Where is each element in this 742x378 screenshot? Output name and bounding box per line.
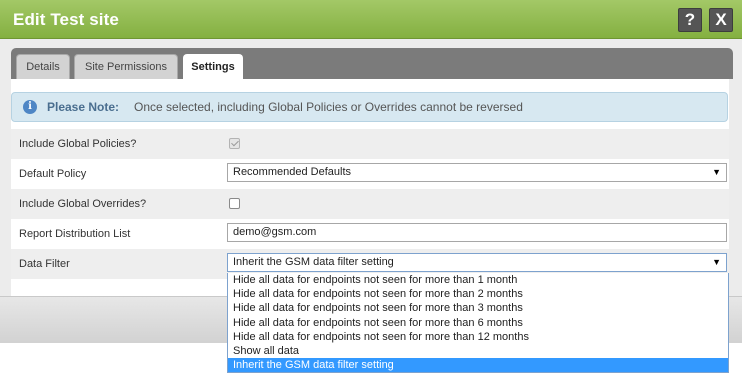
include-global-policies-checkbox <box>229 138 240 149</box>
dropdown-option[interactable]: Show all data <box>228 344 728 358</box>
close-button[interactable]: X <box>709 8 733 32</box>
default-policy-select[interactable]: Recommended Defaults ▼ <box>227 163 727 182</box>
tab-details[interactable]: Details <box>16 54 70 79</box>
report-distribution-list-input[interactable]: demo@gsm.com <box>227 223 727 242</box>
row-include-global-overrides: Include Global Overrides? <box>11 189 729 219</box>
dropdown-option[interactable]: Hide all data for endpoints not seen for… <box>228 273 728 287</box>
default-policy-label: Default Policy <box>19 168 87 180</box>
note-label: Please Note: <box>47 100 120 114</box>
data-filter-value: Inherit the GSM data filter setting <box>233 256 394 268</box>
data-filter-label: Data Filter <box>19 258 70 270</box>
chevron-down-icon: ▼ <box>712 257 721 267</box>
info-icon: i <box>23 100 37 114</box>
note-text: Once selected, including Global Policies… <box>134 100 523 114</box>
dropdown-option[interactable]: Hide all data for endpoints not seen for… <box>228 301 728 315</box>
dialog-titlebar: Edit Test site ? X <box>0 0 742 39</box>
include-global-overrides-checkbox[interactable] <box>229 198 240 209</box>
include-global-overrides-label: Include Global Overrides? <box>19 198 147 210</box>
tab-strip: Details Site Permissions Settings <box>11 48 733 79</box>
data-filter-dropdown-list: Hide all data for endpoints not seen for… <box>227 273 729 373</box>
chevron-down-icon: ▼ <box>712 167 721 177</box>
tab-settings[interactable]: Settings <box>183 54 243 79</box>
dialog-title: Edit Test site <box>13 10 119 29</box>
dropdown-option[interactable]: Hide all data for endpoints not seen for… <box>228 330 728 344</box>
row-include-global-policies: Include Global Policies? <box>11 129 729 159</box>
include-global-policies-label: Include Global Policies? <box>19 138 137 150</box>
dropdown-option[interactable]: Hide all data for endpoints not seen for… <box>228 316 728 330</box>
tab-site-permissions[interactable]: Site Permissions <box>74 54 178 79</box>
default-policy-value: Recommended Defaults <box>233 166 352 178</box>
report-distribution-list-label: Report Distribution List <box>19 228 131 240</box>
dropdown-option[interactable]: Hide all data for endpoints not seen for… <box>228 287 728 301</box>
dropdown-option-selected[interactable]: Inherit the GSM data filter setting <box>228 358 728 372</box>
row-default-policy: Default Policy Recommended Defaults ▼ <box>11 159 729 189</box>
row-report-distribution-list: Report Distribution List demo@gsm.com <box>11 219 729 249</box>
note-banner: i Please Note: Once selected, including … <box>11 92 728 122</box>
help-button[interactable]: ? <box>678 8 702 32</box>
data-filter-select[interactable]: Inherit the GSM data filter setting ▼ <box>227 253 727 272</box>
